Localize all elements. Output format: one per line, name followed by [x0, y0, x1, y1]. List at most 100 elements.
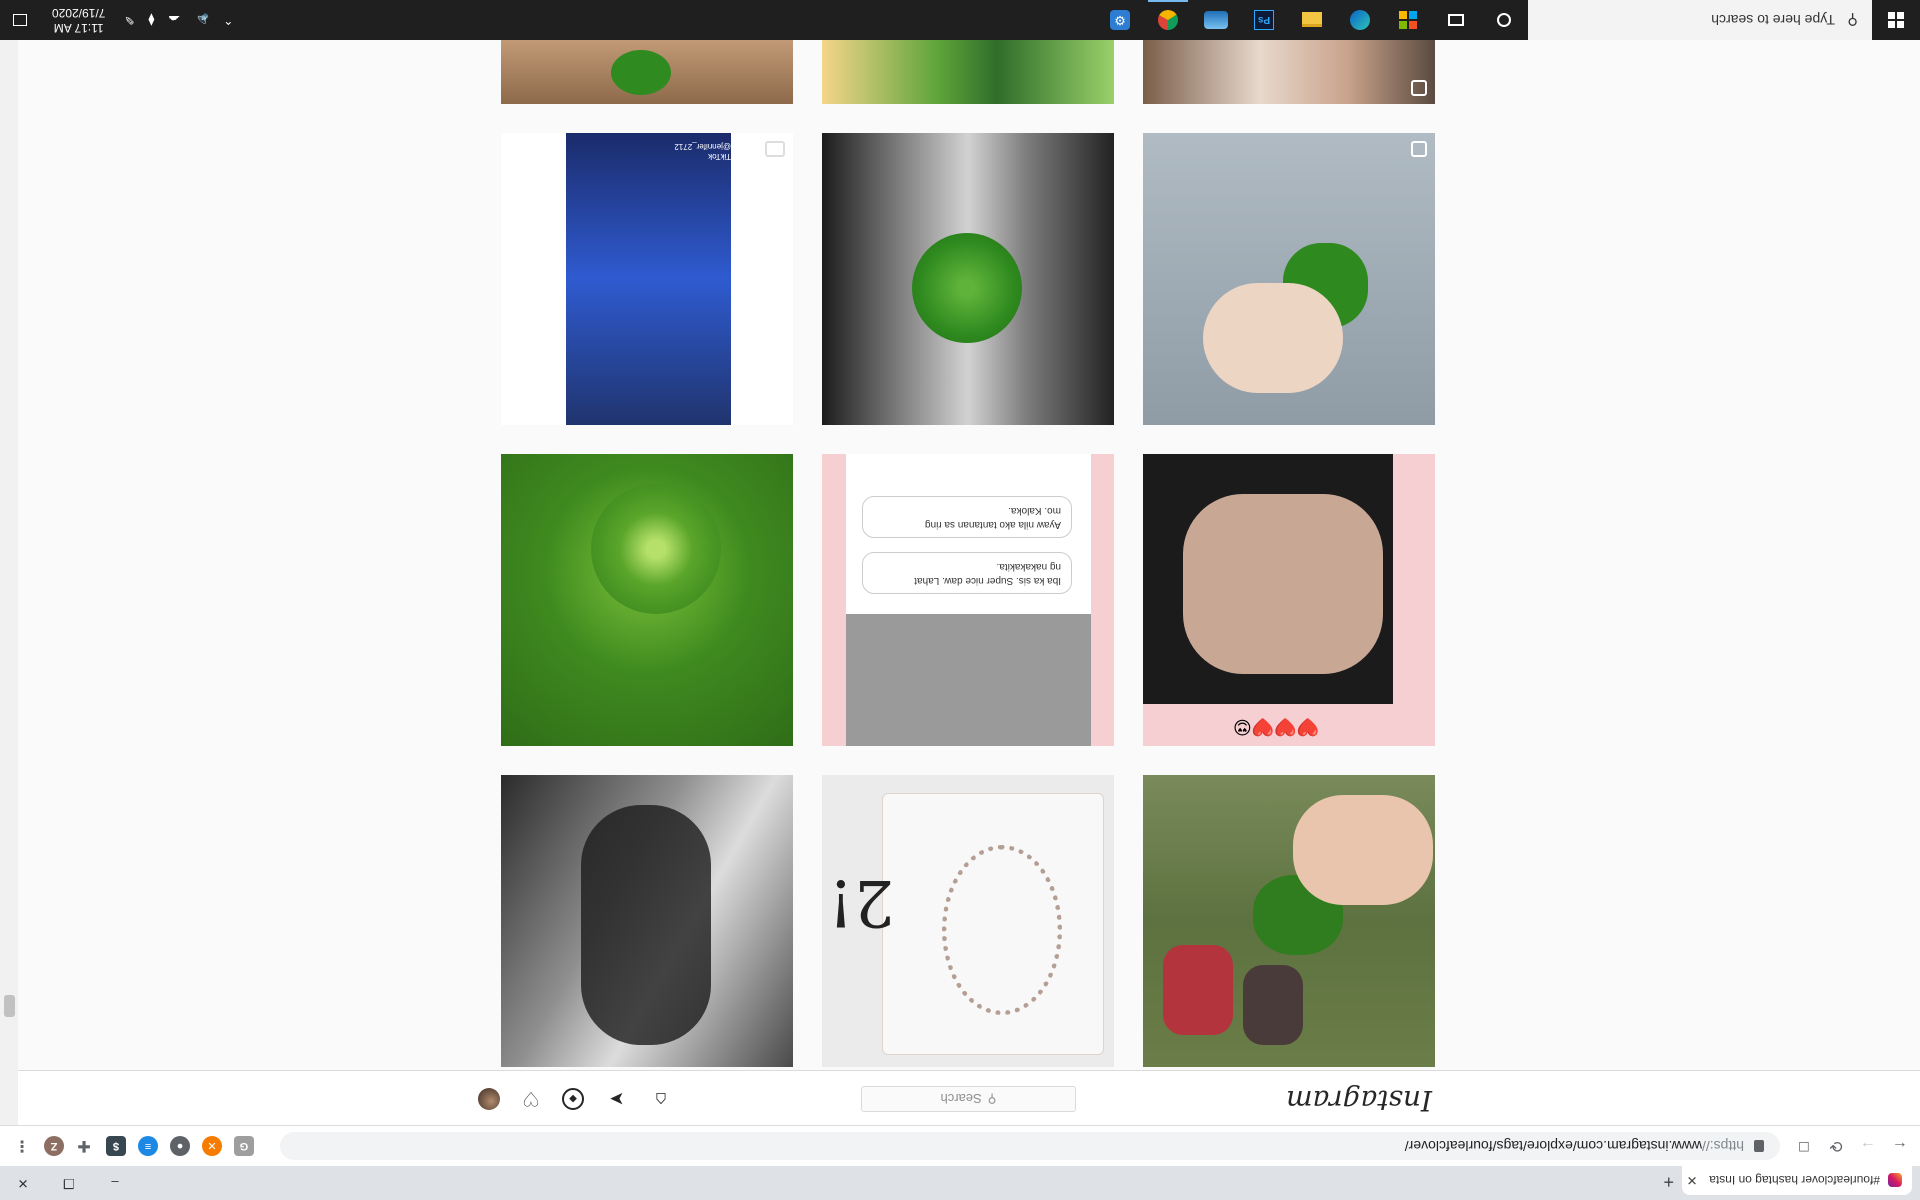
dropbox-icon[interactable]: ⧫	[148, 13, 154, 27]
url-protocol: https://	[1701, 1138, 1744, 1154]
instagram-nav-icons: ⌂ ➤ ◆ ♡	[478, 1088, 672, 1111]
reload-icon[interactable]: ⟳	[1824, 1134, 1848, 1158]
post-four-leaf-clover-grass[interactable]	[501, 454, 793, 746]
chat-line-4: ng nakakakita.	[996, 561, 1062, 572]
post-partial-hair[interactable]	[1143, 40, 1435, 104]
hand-shape	[1203, 283, 1343, 393]
date-text: 7/19/2020	[52, 6, 106, 20]
tiktok-watermark: TikTok @jennifer_2712	[651, 141, 731, 161]
chrome-icon[interactable]	[1144, 0, 1192, 40]
system-tray: ⌃ 🔈 ☁ ⧫ ✎ 11:17 AM 7/19/2020	[0, 0, 240, 40]
pen-icon[interactable]: ✎	[124, 13, 134, 27]
post-ring-chat-screenshot[interactable]: Iba ka sis. Super nice daw. Lahat ng nak…	[822, 454, 1114, 746]
post-pandora-bracelet-real[interactable]: 2!	[822, 775, 1114, 1067]
post-partial-green-leaves[interactable]	[822, 40, 1114, 104]
hand-shape	[1183, 494, 1383, 674]
search-icon: ⚲	[987, 1092, 997, 1106]
new-tab-button[interactable]: +	[1663, 1171, 1674, 1192]
windows-logo-icon	[1888, 12, 1904, 28]
restore-button[interactable]: ❐	[46, 1166, 92, 1200]
figure-shape	[581, 805, 711, 1045]
explore-icon[interactable]: ◆	[562, 1088, 584, 1110]
volume-icon[interactable]: 🔈	[194, 13, 209, 27]
instagram-favicon-icon	[1888, 1173, 1902, 1188]
browser-toolbar-upright: ← → ⟳ ☐ https:// www.instagram.com/explo…	[0, 1125, 1920, 1166]
taskbar-search-input[interactable]: ⚲ Type here to search	[1528, 0, 1872, 40]
post-partial-clover-fur[interactable]	[501, 40, 793, 104]
emoji-row: ❤️❤️❤️😍	[1233, 717, 1320, 737]
file-explorer-icon[interactable]	[1288, 0, 1336, 40]
search-input[interactable]: ⚲ Search	[861, 1086, 1076, 1112]
microsoft-store-icon[interactable]	[1384, 0, 1432, 40]
chat-text-block: Iba ka sis. Super nice daw. Lahat ng nak…	[862, 474, 1072, 594]
hand-shape	[1293, 795, 1433, 905]
extension-x-icon[interactable]: ✕	[202, 1136, 222, 1156]
video-badge-icon	[765, 141, 785, 157]
start-button[interactable]	[1872, 0, 1920, 40]
puzzle-icon[interactable]: ✚	[74, 1136, 94, 1156]
notification-icon[interactable]	[0, 0, 40, 40]
photoshop-icon[interactable]: Ps	[1240, 0, 1288, 40]
post-black-white-workout[interactable]	[501, 775, 793, 1067]
tab-close-button[interactable]: ✕	[1682, 1173, 1702, 1189]
home-icon[interactable]: ⌂	[650, 1088, 672, 1111]
profile-avatar-icon[interactable]: Z	[44, 1136, 64, 1156]
bookmark-icon[interactable]: ☐	[1792, 1134, 1816, 1158]
instagram-logo[interactable]: Instagram	[1286, 1084, 1432, 1117]
scrollbar-thumb[interactable]	[4, 995, 15, 1017]
clover-shape	[912, 233, 1022, 343]
browser-tabstrip-upright: #fourleafclover hashtag on Insta ✕ + – ❐…	[0, 1166, 1920, 1200]
search-placeholder: Search	[940, 1091, 982, 1107]
onedrive-cloud-icon[interactable]	[1192, 0, 1240, 40]
direct-icon[interactable]: ➤	[606, 1088, 628, 1110]
tiktok-user: @jennifer_2712	[674, 142, 731, 151]
flipped-chrome-layer: ⚲ Type here to search Ps ⚙ ⌃ 🔈 ☁ ⧫ ✎ 11:…	[0, 0, 1920, 1200]
chat-line-3: Iba ka sis. Super nice daw. Lahat	[914, 575, 1061, 586]
clover-shape	[611, 50, 671, 95]
minimize-button[interactable]: –	[92, 1166, 138, 1200]
bracelet-shape	[942, 845, 1062, 1015]
extension-blue-icon[interactable]: ≡	[138, 1136, 158, 1156]
edge-icon[interactable]	[1336, 0, 1384, 40]
cortana-icon[interactable]	[1480, 0, 1528, 40]
post-ring-hand-pink[interactable]: ❤️❤️❤️😍	[1143, 454, 1435, 746]
url-text: www.instagram.com/explore/tags/fourleafc…	[1404, 1138, 1702, 1154]
post-tiktok-video[interactable]: TikTok @jennifer_2712	[501, 133, 793, 425]
chat-line-1: Ayaw nila ako tantanan sa ring	[924, 519, 1061, 530]
close-window-button[interactable]: ✕	[0, 1166, 46, 1200]
lock-icon	[1754, 1140, 1764, 1152]
taskbar-search-placeholder: Type here to search	[1711, 12, 1835, 28]
taskbar-clock[interactable]: 11:17 AM 7/19/2020	[52, 5, 105, 35]
page-scrollbar[interactable]	[0, 40, 18, 1125]
post-clover-on-hand[interactable]	[822, 133, 1114, 425]
back-arrow-icon[interactable]: ←	[1888, 1134, 1912, 1158]
kebab-menu-icon[interactable]: ⋮	[12, 1136, 32, 1156]
settings-gear-icon[interactable]: ⚙	[1096, 0, 1144, 40]
task-view-icon[interactable]	[1432, 0, 1480, 40]
time-text: 11:17 AM	[53, 21, 104, 35]
address-bar[interactable]: https:// www.instagram.com/explore/tags/…	[280, 1132, 1780, 1160]
heart-icon[interactable]: ♡	[520, 1088, 542, 1110]
dark-background	[1143, 454, 1393, 704]
post-clover-on-red-sneakers-real[interactable]	[1143, 775, 1435, 1067]
forward-arrow-icon[interactable]: →	[1856, 1134, 1880, 1158]
chevron-up-icon[interactable]: ⌃	[223, 13, 233, 27]
clover-shape	[1253, 875, 1343, 955]
extension-chrome-icon[interactable]: ●	[170, 1136, 190, 1156]
window-controls: – ❐ ✕	[0, 1166, 138, 1200]
onedrive-icon[interactable]: ☁	[168, 13, 180, 27]
extension-g-icon[interactable]: G	[234, 1136, 254, 1156]
clover-shape	[591, 484, 721, 614]
profile-avatar-icon[interactable]	[478, 1088, 500, 1110]
tiktok-label: TikTok	[708, 152, 731, 161]
sneaker-shape	[1243, 965, 1303, 1045]
extension-dollar-icon[interactable]: $	[106, 1136, 126, 1156]
carousel-badge-icon	[1411, 141, 1427, 157]
tab-title: #fourleafclover hashtag on Insta	[1709, 1173, 1880, 1188]
browser-tab[interactable]: #fourleafclover hashtag on Insta ✕	[1682, 1166, 1912, 1195]
windows-taskbar: ⚲ Type here to search Ps ⚙ ⌃ 🔈 ☁ ⧫ ✎ 11:…	[0, 0, 1920, 40]
rotated-grid-layer: 2! Iba ka sis. Super nice daw. Lahat ng …	[0, 0, 1920, 1200]
post-clover-held-gray[interactable]	[1143, 133, 1435, 425]
tiktok-frame	[566, 133, 731, 425]
chat-screen	[846, 454, 1091, 746]
